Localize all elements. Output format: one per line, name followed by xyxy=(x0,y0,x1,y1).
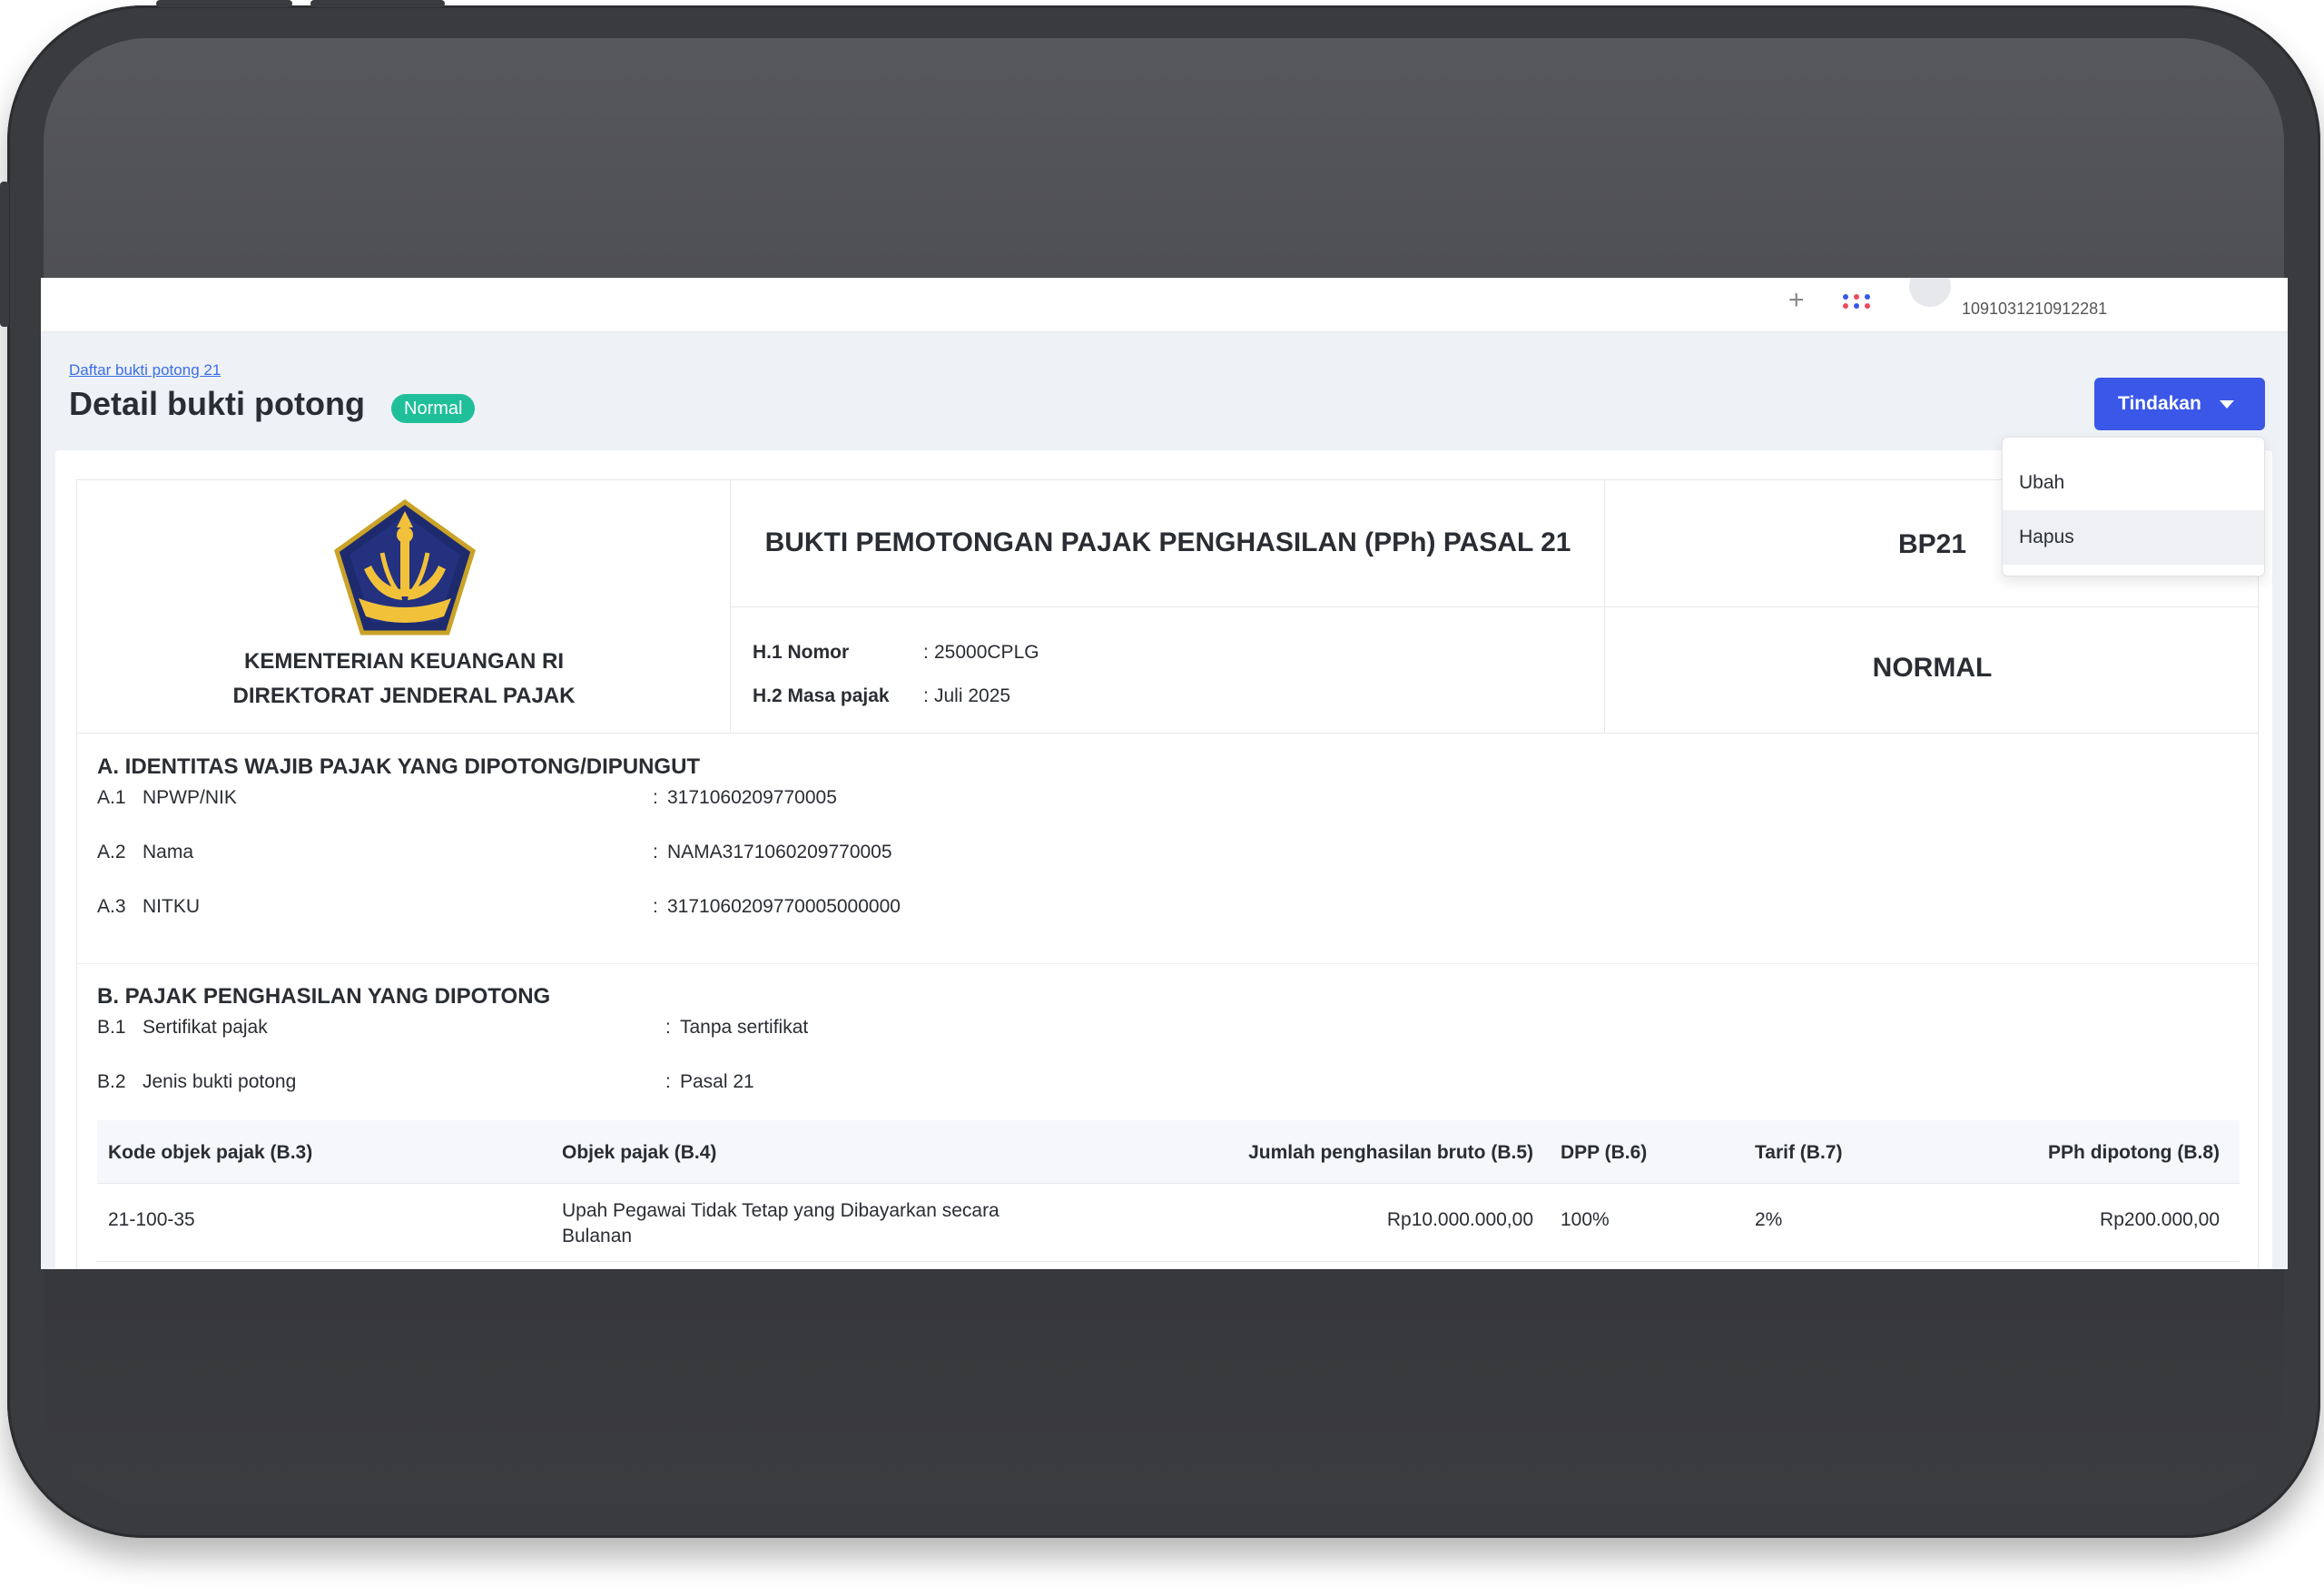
apps-grid-icon[interactable] xyxy=(1843,294,1879,312)
user-id: 1091031210912281 xyxy=(1962,300,2108,318)
header-title-cell: BUKTI PEMOTONGAN PAJAK PENGHASILAN (PPh)… xyxy=(731,480,1605,607)
field-code: A.2 xyxy=(97,842,126,862)
cell-kode-objek: 21-100-35 xyxy=(108,1209,195,1230)
field-label: NPWP/NIK xyxy=(143,787,237,808)
field-code: B.1 xyxy=(97,1017,126,1038)
col-tarif: Tarif (B.7) xyxy=(1755,1142,1843,1163)
field-value: Pasal 21 xyxy=(680,1071,754,1092)
field-code: A.3 xyxy=(97,896,126,917)
field-label: Jenis bukti potong xyxy=(143,1071,297,1092)
separator: : xyxy=(665,1017,671,1038)
bukti-potong-document: KEMENTERIAN KEUANGAN RI DIREKTORAT JENDE… xyxy=(76,479,2260,1269)
col-pph-dipotong: PPh dipotong (B.8) xyxy=(2048,1142,2220,1163)
h2-value: Juli 2025 xyxy=(934,685,1011,706)
breadcrumb[interactable]: Daftar bukti potong 21 xyxy=(69,361,221,379)
col-kode-objek: Kode objek pajak (B.3) xyxy=(108,1142,313,1163)
field-code: B.2 xyxy=(97,1071,126,1092)
separator: : xyxy=(923,685,929,706)
section-divider xyxy=(77,963,2258,964)
field-code: A.1 xyxy=(97,787,126,808)
menu-item-hapus[interactable]: Hapus xyxy=(2003,510,2264,565)
top-bar: + 1091031210912281 xyxy=(41,278,2288,332)
tindakan-label: Tindakan xyxy=(2118,393,2201,414)
header-divider xyxy=(77,733,2258,734)
col-dpp: DPP (B.6) xyxy=(1561,1142,1648,1163)
screen: + 1091031210912281 Daftar bukti potong 2… xyxy=(41,278,2288,1269)
field-label: Sertifikat pajak xyxy=(143,1017,268,1038)
menu-item-ubah[interactable]: Ubah xyxy=(2003,456,2264,510)
h1-label: H.1 Nomor xyxy=(753,642,850,663)
cell-bruto: Rp10.000.000,00 xyxy=(1386,1209,1533,1230)
tablet-volume-button xyxy=(310,0,445,7)
separator: : xyxy=(653,842,658,862)
h2-label: H.2 Masa pajak xyxy=(753,685,890,706)
ministry-name: KEMENTERIAN KEUANGAN RI xyxy=(243,649,564,674)
field-label: Nama xyxy=(143,842,194,862)
directorate-name: DIREKTORAT JENDERAL PAJAK xyxy=(232,684,576,708)
cell-objek-pajak: Upah Pegawai Tidak Tetap yang Dibayarkan… xyxy=(562,1200,1000,1246)
separator: : xyxy=(653,787,658,808)
kemenkeu-emblem-icon xyxy=(334,498,476,635)
tindakan-menu: Ubah Hapus xyxy=(2002,437,2265,576)
header-h-cell: H.1 Nomor : 25000CPLG H.2 Masa pajak : J… xyxy=(731,607,1605,733)
chevron-down-icon xyxy=(2220,400,2234,409)
status-badge: Normal xyxy=(391,394,476,423)
separator: : xyxy=(653,896,658,917)
cell-dpp: 100% xyxy=(1561,1209,1610,1230)
h1-value: 25000CPLG xyxy=(934,642,1039,663)
field-value: NAMA3171060209770005 xyxy=(667,842,892,862)
tablet-power-button xyxy=(156,0,292,7)
field-value: Tanpa sertifikat xyxy=(680,1017,809,1038)
field-value: 3171060209770005 xyxy=(667,787,837,808)
separator: : xyxy=(923,642,929,663)
document-title: BUKTI PEMOTONGAN PAJAK PENGHASILAN (PPh)… xyxy=(764,527,1571,557)
table-header: Kode objek pajak (B.3) Objek pajak (B.4)… xyxy=(97,1120,2240,1184)
document-card: KEMENTERIAN KEUANGAN RI DIREKTORAT JENDE… xyxy=(55,450,2272,1269)
plus-icon[interactable]: + xyxy=(1788,287,1805,314)
section-a-title: A. IDENTITAS WAJIB PAJAK YANG DIPOTONG/D… xyxy=(97,754,701,779)
field-label: NITKU xyxy=(143,896,200,917)
header-status-cell: NORMAL xyxy=(1605,607,2260,733)
table-row: 21-100-35 Upah Pegawai Tidak Tetap yang … xyxy=(97,1184,2240,1262)
tindakan-button[interactable]: Tindakan xyxy=(2094,378,2265,430)
cell-tarif: 2% xyxy=(1755,1209,1783,1230)
col-bruto: Jumlah penghasilan bruto (B.5) xyxy=(1248,1142,1533,1163)
section-b-title: B. PAJAK PENGHASILAN YANG DIPOTONG xyxy=(97,984,551,1009)
avatar[interactable] xyxy=(1909,278,1951,307)
tablet-side-button xyxy=(0,182,9,327)
document-status: NORMAL xyxy=(1872,653,1993,683)
col-objek-pajak: Objek pajak (B.4) xyxy=(562,1142,717,1163)
page-title: Detail bukti potong xyxy=(69,385,365,422)
field-value: 3171060209770005000000 xyxy=(667,896,901,917)
separator: : xyxy=(665,1071,671,1092)
header-logo-cell: KEMENTERIAN KEUANGAN RI DIREKTORAT JENDE… xyxy=(77,480,731,733)
cell-pph-dipotong: Rp200.000,00 xyxy=(2100,1209,2220,1230)
